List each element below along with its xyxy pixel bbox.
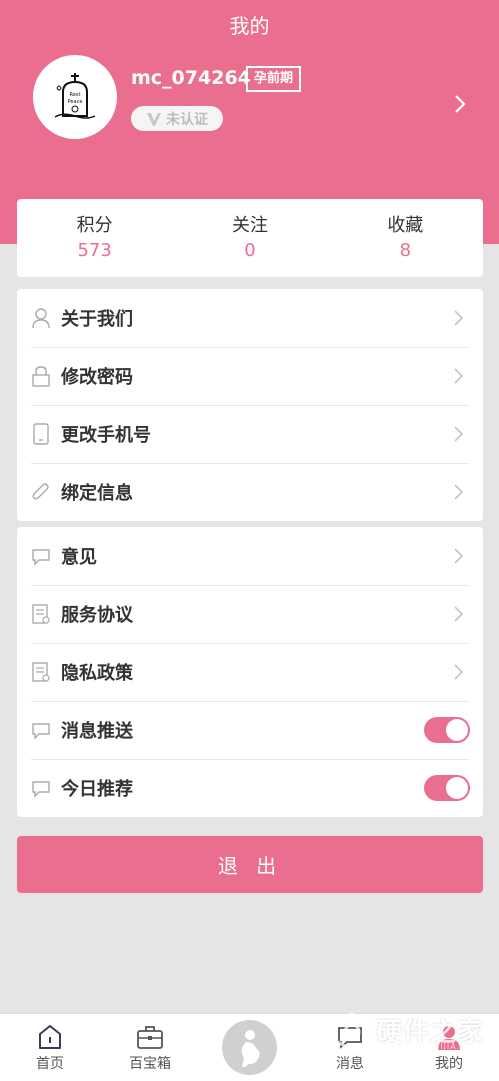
tab-label: 百宝箱 (129, 1056, 171, 1072)
stage-badge: 孕前期 (246, 66, 302, 92)
tombstone-avatar-icon: Rest Peace (54, 73, 96, 119)
tab-home[interactable]: 首页 (0, 1014, 100, 1081)
menu-item-service-agreement[interactable]: 服务协议 (17, 585, 483, 643)
avatar[interactable]: Rest Peace (33, 55, 117, 139)
tab-toolbox[interactable]: 百宝箱 (100, 1014, 200, 1081)
logout-button[interactable]: 退 出 (17, 836, 483, 893)
menu-item-change-password[interactable]: 修改密码 (17, 347, 483, 405)
stat-label: 积分 (76, 215, 113, 236)
pregnancy-icon (241, 1029, 260, 1067)
menu-label: 更改手机号 (61, 425, 151, 446)
toggle-knob (446, 719, 468, 741)
stat-label: 关注 (231, 215, 268, 236)
chevron-right-icon (454, 484, 464, 500)
menu-label: 关于我们 (61, 309, 133, 330)
tab-label: 消息 (336, 1056, 364, 1072)
menu-item-daily-recommend: 今日推荐 (17, 759, 483, 817)
tab-label: 我的 (435, 1056, 463, 1072)
home-icon (39, 1025, 61, 1049)
chevron-right-icon (454, 310, 464, 326)
daily-recommend-toggle[interactable] (424, 775, 470, 801)
chevron-right-icon (454, 368, 464, 384)
paperclip-icon (31, 481, 51, 503)
user-icon (31, 307, 51, 329)
chat-icon (31, 545, 51, 567)
chevron-right-icon[interactable] (450, 90, 470, 118)
toggle-knob (446, 777, 468, 799)
stat-favorites[interactable]: 收藏 8 (328, 199, 483, 277)
menu-item-about-us[interactable]: 关于我们 (17, 289, 483, 347)
menu-label: 服务协议 (61, 605, 133, 626)
stat-points[interactable]: 积分 573 (17, 199, 172, 277)
verify-check-icon (147, 112, 161, 126)
menu-item-bind-info[interactable]: 绑定信息 (17, 463, 483, 521)
menu-group-settings: 意见 服务协议 隐私政策 消息推送 今日推荐 (17, 527, 483, 817)
tab-pregnancy[interactable] (222, 1020, 277, 1075)
menu-label: 消息推送 (61, 721, 133, 742)
chevron-right-icon (454, 664, 464, 680)
verify-status-badge[interactable]: 未认证 (131, 106, 223, 131)
phone-icon (31, 423, 51, 445)
svg-text:Peace: Peace (68, 99, 83, 105)
watermark: 硬件之家 YING JIAN ZHIJIA.com (330, 1010, 490, 1056)
menu-item-change-phone[interactable]: 更改手机号 (17, 405, 483, 463)
svg-text:Rest: Rest (70, 92, 81, 98)
page-title: 我的 (229, 14, 270, 38)
stat-value: 0 (244, 240, 256, 261)
stats-card: 积分 573 关注 0 收藏 8 (17, 199, 483, 277)
menu-item-push-notifications: 消息推送 (17, 701, 483, 759)
watermark-logo-icon (334, 1012, 370, 1052)
chat-icon (31, 777, 51, 799)
stat-following[interactable]: 关注 0 (172, 199, 327, 277)
menu-label: 修改密码 (61, 367, 133, 388)
chevron-right-icon (454, 548, 464, 564)
menu-label: 今日推荐 (61, 779, 133, 800)
stat-value: 8 (399, 240, 412, 261)
menu-label: 绑定信息 (61, 483, 133, 504)
lock-icon (31, 365, 51, 387)
toolbox-icon (137, 1026, 163, 1049)
menu-group-account: 关于我们 修改密码 更改手机号 绑定信息 (17, 289, 483, 521)
username: mc_074264 (131, 67, 251, 89)
chevron-right-icon (454, 606, 464, 622)
stat-label: 收藏 (387, 215, 424, 236)
chat-icon (31, 719, 51, 741)
stat-value: 573 (77, 240, 112, 261)
menu-item-feedback[interactable]: 意见 (17, 527, 483, 585)
push-notifications-toggle[interactable] (424, 717, 470, 743)
verify-status-label: 未认证 (166, 111, 208, 128)
document-icon (31, 661, 51, 683)
tab-label: 首页 (36, 1056, 64, 1072)
menu-label: 意见 (61, 547, 97, 568)
chevron-right-icon (454, 426, 464, 442)
watermark-subtitle: YING JIAN ZHIJIA.com (376, 1042, 481, 1051)
menu-item-privacy-policy[interactable]: 隐私政策 (17, 643, 483, 701)
menu-label: 隐私政策 (61, 663, 133, 684)
document-icon (31, 603, 51, 625)
